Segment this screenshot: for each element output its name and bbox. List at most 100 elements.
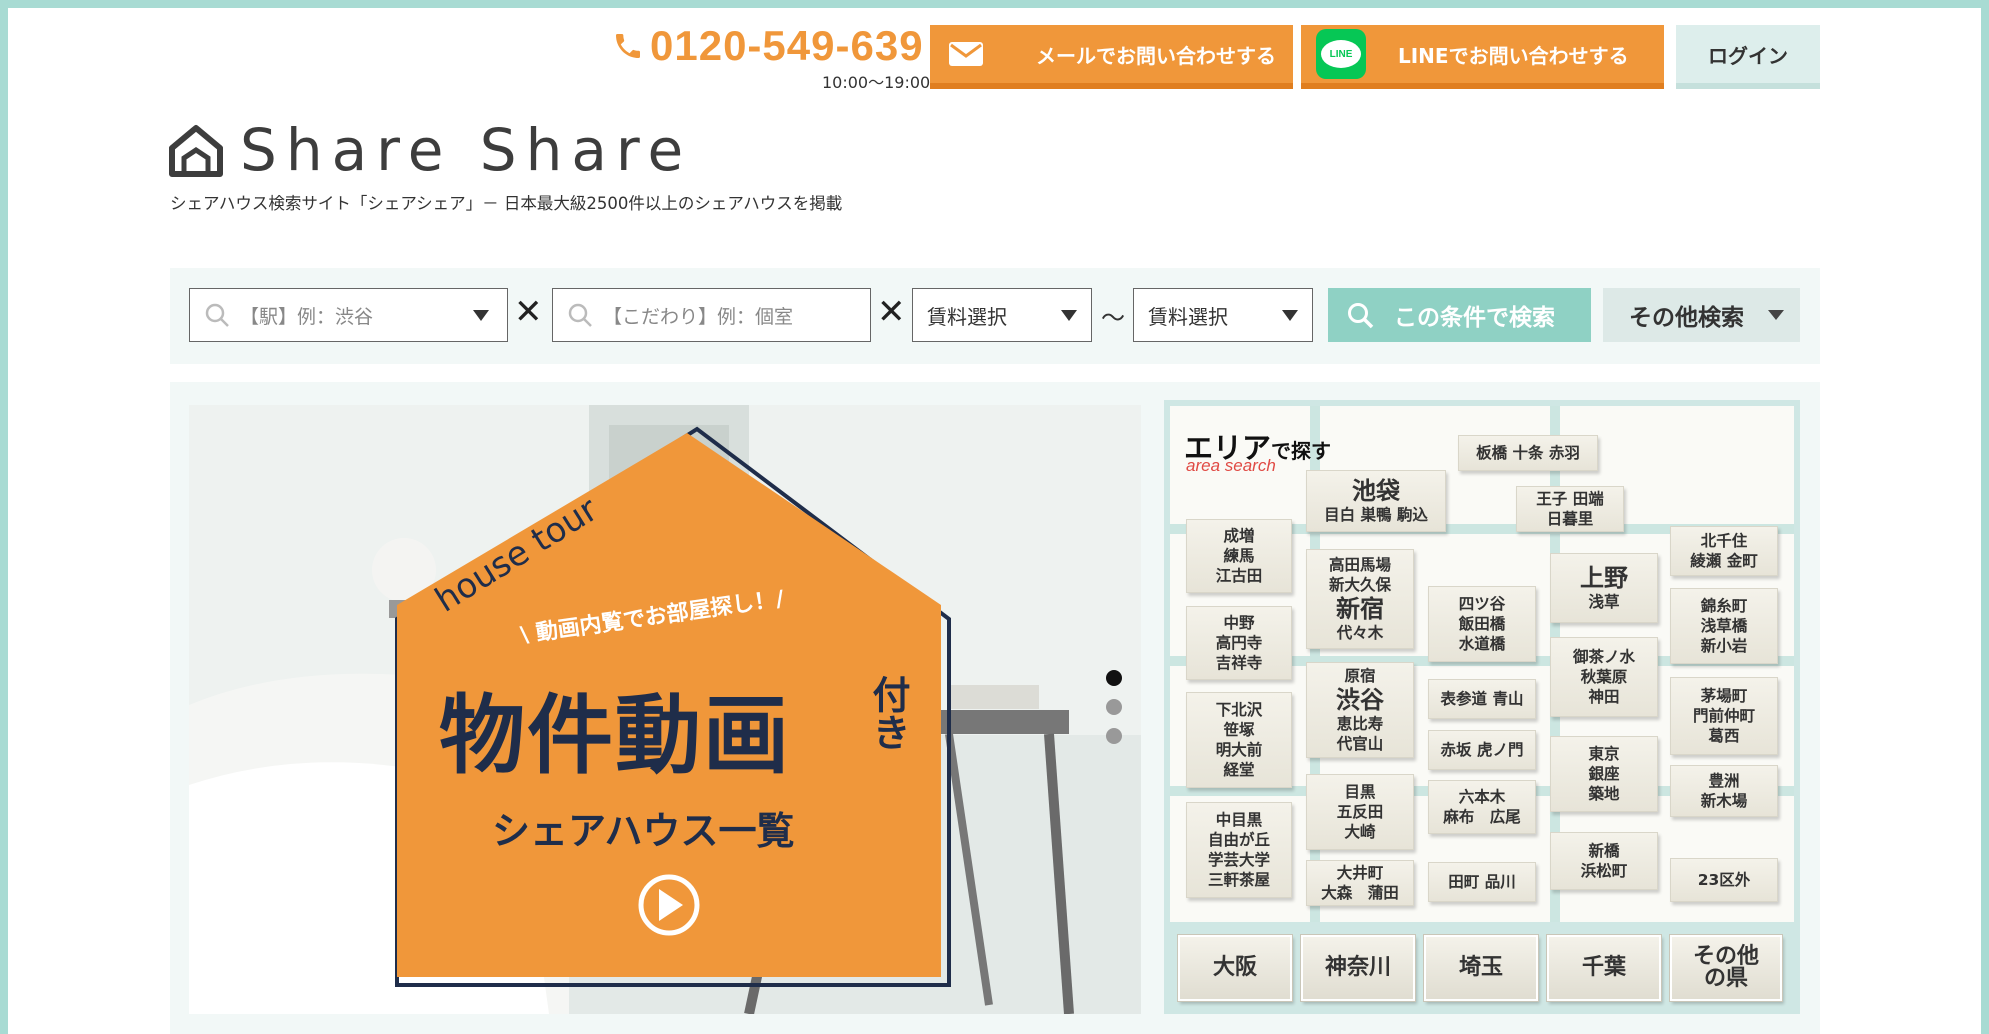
area-tile-akasaka[interactable]: 赤坂 虎ノ門 — [1428, 730, 1536, 770]
tile-label-big: 上野 — [1580, 564, 1628, 592]
area-tile-tamachi[interactable]: 田町 品川 — [1428, 862, 1536, 902]
tile-label: 茅場町 — [1700, 687, 1748, 705]
tile-label: 浅草 — [1588, 593, 1620, 611]
tile-label: 笹塚 — [1223, 721, 1255, 739]
tile-label: 浅草橋 — [1700, 617, 1748, 635]
tile-label: 綾瀬 金町 — [1690, 552, 1758, 570]
area-tile-outside-23-wards[interactable]: 23区外 — [1670, 858, 1778, 902]
tile-label: 代官山 — [1336, 735, 1384, 753]
area-tile-oji[interactable]: 王子 田端 日暮里 — [1516, 486, 1624, 532]
feature-placeholder: 【こだわり】例：個室 — [603, 305, 794, 328]
tile-label: 新木場 — [1700, 792, 1748, 810]
cross-icon: ✕ — [514, 292, 543, 332]
tile-label: 神田 — [1588, 688, 1620, 706]
area-tile-nakameguro[interactable]: 中目黒自由が丘学芸大学三軒茶屋 — [1186, 802, 1292, 898]
area-tile-tokyo[interactable]: 東京 銀座 築地 — [1550, 736, 1658, 812]
area-search-subtitle: area search — [1186, 456, 1276, 475]
tile-label-big: 新宿 — [1336, 595, 1384, 623]
site-logo[interactable]: Share Share — [168, 116, 692, 184]
area-tile-shibuya[interactable]: 原宿 渋谷 恵比寿 代官山 — [1306, 662, 1414, 758]
carousel-dot-1[interactable] — [1106, 670, 1122, 686]
tile-label: 日暮里 — [1546, 510, 1594, 528]
video-listing-banner[interactable]: house tour \ 動画内覧でお部屋探し！/ 物件動画 付き シェアハウス… — [189, 405, 1141, 1014]
tile-label: 目黒 — [1344, 783, 1376, 801]
mail-contact-label: メールでお問い合わせする — [1036, 43, 1276, 68]
other-search-button[interactable]: その他検索 — [1603, 288, 1800, 342]
tile-label: 学芸大学 — [1207, 851, 1270, 869]
area-tile-oimachi[interactable]: 大井町 大森 蒲田 — [1306, 860, 1414, 906]
tile-label: 恵比寿 — [1336, 715, 1384, 733]
tile-label: 板橋 十条 赤羽 — [1476, 444, 1580, 462]
search-icon — [205, 303, 229, 327]
area-tile-shinjuku[interactable]: 高田馬場 新大久保 新宿 代々木 — [1306, 549, 1414, 649]
tile-label: 門前仲町 — [1692, 707, 1755, 725]
area-tile-toyosu[interactable]: 豊洲 新木場 — [1670, 765, 1778, 817]
other-search-label: その他検索 — [1629, 305, 1744, 331]
tile-label: 水道橋 — [1458, 635, 1506, 653]
tile-label: 飯田橋 — [1458, 615, 1506, 633]
tile-label: 高円寺 — [1215, 634, 1263, 652]
tile-label: 麻布 広尾 — [1443, 808, 1521, 826]
search-submit-label: この条件で検索 — [1394, 305, 1555, 331]
prefecture-saitama[interactable]: 埼玉 — [1423, 934, 1539, 1002]
area-tile-ochanomizu[interactable]: 御茶ノ水 秋葉原 神田 — [1550, 637, 1658, 717]
line-logo-icon: LINE — [1316, 29, 1366, 79]
prefecture-chiba[interactable]: 千葉 — [1546, 934, 1662, 1002]
area-tile-nakano[interactable]: 中野 高円寺 吉祥寺 — [1186, 606, 1292, 680]
area-tile-itabashi[interactable]: 板橋 十条 赤羽 — [1458, 435, 1598, 471]
tile-label: 東京 — [1588, 745, 1620, 763]
area-tile-shimbashi[interactable]: 新橋 浜松町 — [1550, 832, 1658, 890]
station-placeholder: 【駅】例：渋谷 — [240, 305, 374, 328]
carousel-dot-3[interactable] — [1106, 728, 1122, 744]
area-tile-meguro[interactable]: 目黒 五反田 大崎 — [1306, 774, 1414, 850]
area-tile-narimasu[interactable]: 成増 練馬 江古田 — [1186, 519, 1292, 593]
search-submit-button[interactable]: この条件で検索 — [1328, 288, 1591, 342]
carousel-dots — [1106, 670, 1122, 744]
line-contact-button[interactable]: LINE LINEでお問い合わせする — [1301, 25, 1664, 89]
prefecture-osaka[interactable]: 大阪 — [1177, 934, 1293, 1002]
mail-contact-button[interactable]: メールでお問い合わせする — [930, 25, 1293, 89]
tile-label: 下北沢 — [1215, 701, 1263, 719]
mail-icon — [949, 42, 983, 66]
tile-label: 築地 — [1588, 785, 1620, 803]
area-tile-omotesando[interactable]: 表参道 青山 — [1428, 679, 1536, 719]
line-logo-text: LINE — [1321, 40, 1361, 68]
prefecture-others[interactable]: その他の県 — [1669, 934, 1783, 1002]
tile-label: 五反田 — [1336, 803, 1384, 821]
area-tile-kitasenju[interactable]: 北千住 綾瀬 金町 — [1670, 526, 1778, 576]
rent-min-select[interactable]: 賃料選択 — [912, 288, 1092, 342]
tile-label: 自由が丘 — [1207, 831, 1270, 849]
area-tile-kayabacho[interactable]: 茅場町 門前仲町 葛西 — [1670, 677, 1778, 755]
tile-label: 三軒茶屋 — [1207, 871, 1270, 889]
station-search-input[interactable]: 【駅】例：渋谷 — [189, 288, 508, 342]
area-tile-ikebukuro[interactable]: 池袋 目白 巣鴨 駒込 — [1306, 470, 1446, 532]
banner-title-suffix: 付き — [866, 675, 910, 751]
range-tilde: 〜 — [1101, 304, 1125, 332]
area-tile-kinshicho[interactable]: 錦糸町 浅草橋 新小岩 — [1670, 588, 1778, 664]
tile-label: 新小岩 — [1700, 637, 1748, 655]
login-button[interactable]: ログイン — [1676, 25, 1820, 89]
banner-subtitle: シェアハウス一覧 — [492, 809, 795, 853]
phone-number-text: 0120-549-639 — [650, 22, 924, 69]
tile-label: 王子 田端 — [1536, 490, 1604, 508]
area-tile-roppongi[interactable]: 六本木 麻布 広尾 — [1428, 780, 1536, 834]
caret-down-icon — [1282, 309, 1298, 321]
feature-search-input[interactable]: 【こだわり】例：個室 — [552, 288, 871, 342]
tile-label: 中野 — [1223, 614, 1255, 632]
caret-down-icon — [473, 309, 489, 321]
caret-down-icon — [1768, 310, 1784, 320]
tile-label: 中目黒 — [1215, 811, 1263, 829]
phone-number[interactable]: 0120-549-639 — [612, 22, 924, 70]
tile-label: 成増 — [1223, 527, 1255, 545]
area-tile-yotsuya[interactable]: 四ツ谷 飯田橋 水道橋 — [1428, 586, 1536, 662]
play-icon[interactable] — [641, 873, 701, 933]
prefecture-kanagawa[interactable]: 神奈川 — [1300, 934, 1416, 1002]
carousel-dot-2[interactable] — [1106, 699, 1122, 715]
area-tile-ueno[interactable]: 上野 浅草 — [1550, 553, 1658, 623]
tile-label: 大井町 — [1336, 864, 1384, 882]
tile-label: 豊洲 — [1708, 772, 1740, 790]
tile-label: 赤坂 虎ノ門 — [1440, 741, 1524, 759]
area-tile-shimokitazawa[interactable]: 下北沢 笹塚 明大前 経堂 — [1186, 692, 1292, 788]
rent-max-select[interactable]: 賃料選択 — [1133, 288, 1313, 342]
tile-label: 大森 蒲田 — [1321, 884, 1399, 902]
